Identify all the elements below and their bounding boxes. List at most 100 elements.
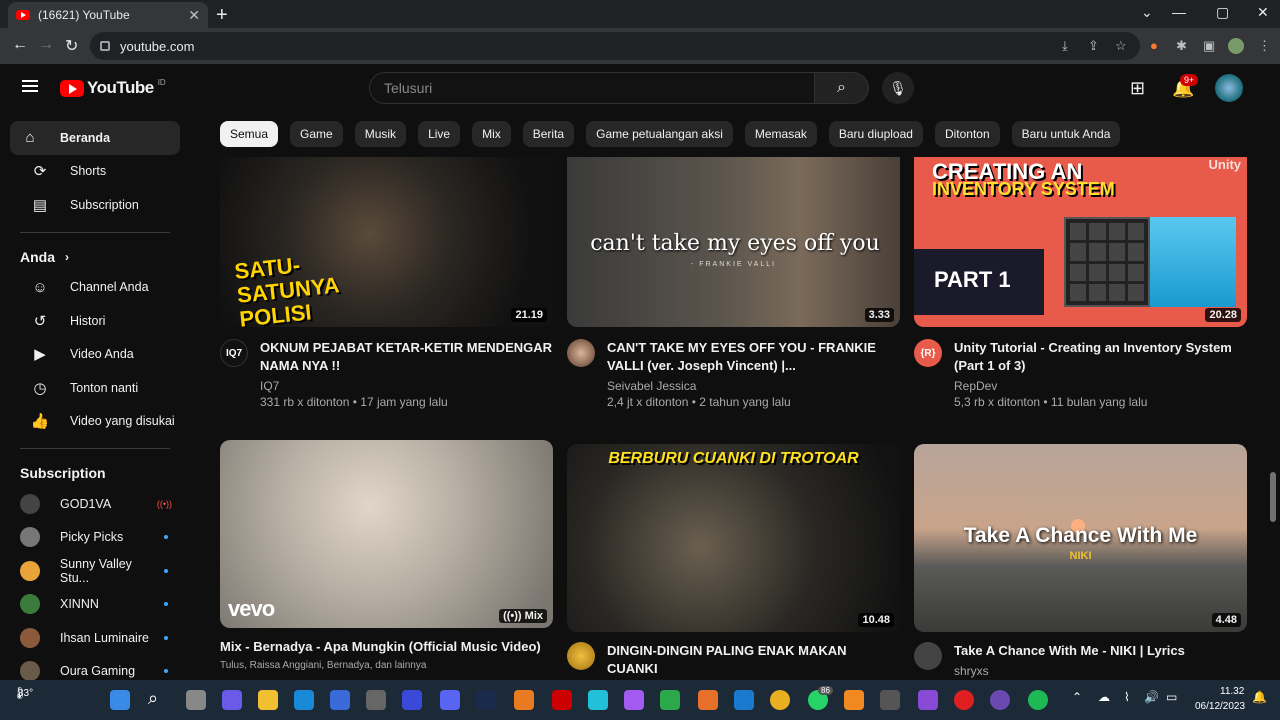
chip-live[interactable]: Live xyxy=(418,121,461,147)
profile-avatar[interactable] xyxy=(1228,38,1244,54)
search-input[interactable] xyxy=(369,72,815,104)
unity-taskbar-icon[interactable] xyxy=(366,690,386,710)
channel-avatar[interactable]: {R} xyxy=(914,339,942,367)
sidebar-sub-oura-gaming[interactable]: Oura Gaming xyxy=(0,655,190,680)
sidebar-sub-xinnn[interactable]: XINNN xyxy=(0,588,190,622)
volume-icon[interactable]: 🔊 xyxy=(1144,690,1159,704)
file-explorer-icon[interactable] xyxy=(258,690,278,710)
channel-name[interactable]: RepDev xyxy=(954,379,1247,393)
chip-new-to-you[interactable]: Baru untuk Anda xyxy=(1011,121,1121,147)
video-thumbnail[interactable]: can't take my eyes off you - FRANKIE VAL… xyxy=(567,157,900,327)
notification-bell-icon[interactable]: 🔔 xyxy=(1252,690,1267,704)
voice-search-button[interactable]: 🎙 xyxy=(882,72,914,104)
minimize-button[interactable]: — xyxy=(1172,4,1186,20)
new-tab-button[interactable]: + xyxy=(216,4,228,27)
chip-all[interactable]: Semua xyxy=(220,121,279,147)
video-title[interactable]: CAN'T TAKE MY EYES OFF YOU - FRANKIE VAL… xyxy=(607,339,900,375)
sidebar-sub-picky-picks[interactable]: Picky Picks xyxy=(0,521,190,555)
browser-tab[interactable]: (16621) YouTube ✕ xyxy=(8,2,208,28)
sidebar-sub-sunny-valley[interactable]: Sunny Valley Stu... xyxy=(0,554,190,588)
video-thumbnail[interactable]: BERBURU CUANKI DI TROTOAR 10.48 xyxy=(567,444,900,632)
github-icon[interactable] xyxy=(990,690,1010,710)
app-icon-2[interactable] xyxy=(698,690,718,710)
page-scrollbar[interactable] xyxy=(1270,472,1276,522)
account-avatar[interactable] xyxy=(1215,74,1243,102)
video-thumbnail[interactable]: Take A Chance With Me NIKI 4.48 xyxy=(914,444,1247,632)
channel-name[interactable]: IQ7 xyxy=(260,379,553,393)
chip-cooking[interactable]: Memasak xyxy=(744,121,817,147)
back-icon[interactable]: ← xyxy=(12,36,28,54)
sidebar-item-your-channel[interactable]: ☺ Channel Anda xyxy=(10,271,180,305)
chip-game[interactable]: Game xyxy=(290,121,343,147)
sidebar-item-history[interactable]: ↺ Histori xyxy=(10,304,180,338)
create-video-icon[interactable]: ⊞ xyxy=(1130,78,1145,99)
channel-name[interactable]: Seivabel Jessica xyxy=(607,379,900,393)
wifi-icon[interactable]: ⌇ xyxy=(1124,690,1130,704)
clock-time[interactable]: 11.32 xyxy=(1220,686,1244,697)
chrome-menu-icon[interactable]: ⋮ xyxy=(1258,38,1271,54)
store-icon[interactable] xyxy=(330,690,350,710)
discord-icon[interactable] xyxy=(440,690,460,710)
tab-search-icon[interactable]: ⌄ xyxy=(1141,4,1153,21)
channel-avatar[interactable] xyxy=(914,642,942,670)
chip-mix[interactable]: Mix xyxy=(472,121,511,147)
close-window-button[interactable]: ✕ xyxy=(1257,4,1269,21)
figma-icon[interactable] xyxy=(624,690,644,710)
task-view-icon[interactable] xyxy=(186,690,206,710)
share-icon[interactable]: ⇪ xyxy=(1088,38,1099,54)
sidebar-item-your-videos[interactable]: ▶ Video Anda xyxy=(10,338,180,372)
video-thumbnail[interactable]: SATU-SATUNYA POLISI BRUTAL 21.19 xyxy=(220,157,553,327)
chip-recently-uploaded[interactable]: Baru diupload xyxy=(828,121,923,147)
channel-name[interactable]: Tulus, Raissa Anggiani, Bernadya, dan la… xyxy=(220,660,541,671)
sidebar-sub-ihsan-luminaire[interactable]: Ihsan Luminaire xyxy=(0,621,190,655)
bookmark-star-icon[interactable]: ☆ xyxy=(1115,38,1127,54)
sidebar-item-home[interactable]: ⌂ Beranda xyxy=(10,121,180,155)
blender-icon[interactable] xyxy=(514,690,534,710)
chip-watched[interactable]: Ditonton xyxy=(934,121,1000,147)
youtube-logo[interactable]: YouTube ID xyxy=(60,78,166,98)
play-games-icon[interactable] xyxy=(660,690,680,710)
sidebar-sub-god1va[interactable]: GOD1VA ((•)) xyxy=(0,487,190,521)
extension-icon[interactable]: ● xyxy=(1150,38,1158,53)
address-bar[interactable]: youtube.com xyxy=(90,32,1140,60)
menu-icon[interactable] xyxy=(22,80,38,92)
video-title[interactable]: Mix - Bernadya - Apa Mungkin (Official M… xyxy=(220,638,541,656)
windows-start-icon[interactable] xyxy=(110,690,130,710)
video-card[interactable]: vevo ((•)) Mix Mix - Bernadya - Apa Mung… xyxy=(220,440,553,671)
steam-icon[interactable] xyxy=(476,690,496,710)
video-card[interactable]: BERBURU CUANKI DI TROTOAR 10.48 DINGIN-D… xyxy=(567,444,900,678)
search-taskbar-icon[interactable]: ⌕ xyxy=(148,688,158,709)
search-button[interactable]: ⌕ xyxy=(815,72,869,104)
video-title[interactable]: OKNUM PEJABAT KETAR-KETIR MENDENGAR NAMA… xyxy=(260,339,553,375)
channel-avatar[interactable] xyxy=(567,339,595,367)
battery-icon[interactable]: ▭ xyxy=(1166,690,1177,704)
install-app-icon[interactable]: ⤓ xyxy=(1062,38,1068,54)
channel-avatar[interactable]: IQ7 xyxy=(220,339,248,367)
sidebar-item-liked-videos[interactable]: 👍 Video yang disukai xyxy=(10,405,180,439)
tray-chevron-icon[interactable]: ⌃ xyxy=(1072,690,1082,704)
sidebar-item-subscriptions[interactable]: ▤ Subscription xyxy=(10,188,180,222)
sidebar-you-heading[interactable]: Anda › xyxy=(0,243,190,271)
extensions-puzzle-icon[interactable]: ✱ xyxy=(1176,38,1187,54)
tab-close-icon[interactable]: ✕ xyxy=(188,7,200,24)
cloud-icon[interactable]: ☁ xyxy=(1098,690,1110,704)
chat-icon[interactable] xyxy=(222,690,242,710)
fl-studio-icon[interactable] xyxy=(844,690,864,710)
sidebar-item-watch-later[interactable]: ◷ Tonton nanti xyxy=(10,371,180,405)
video-card[interactable]: Take A Chance With Me NIKI 4.48 Take A C… xyxy=(914,444,1247,678)
video-title[interactable]: DINGIN-DINGIN PALING ENAK MAKAN CUANKI xyxy=(607,642,900,678)
chip-music[interactable]: Musik xyxy=(354,121,407,147)
maximize-button[interactable]: ▢ xyxy=(1216,4,1229,21)
youtube-music-icon[interactable] xyxy=(954,690,974,710)
side-panel-icon[interactable]: ▣ xyxy=(1203,38,1215,54)
app-icon[interactable] xyxy=(402,690,422,710)
vscode-icon[interactable] xyxy=(734,690,754,710)
video-thumbnail[interactable]: CREATING AN INVENTORY SYSTEM Unity PART … xyxy=(914,157,1247,327)
canva-icon[interactable] xyxy=(588,690,608,710)
unity-hub-icon[interactable] xyxy=(880,690,900,710)
video-title[interactable]: Unity Tutorial - Creating an Inventory S… xyxy=(954,339,1247,375)
reload-icon[interactable]: ↻ xyxy=(65,36,78,56)
video-thumbnail[interactable]: vevo ((•)) Mix xyxy=(220,440,553,628)
chrome-taskbar-icon[interactable] xyxy=(770,690,790,710)
channel-name[interactable]: shryxs xyxy=(954,664,1185,678)
